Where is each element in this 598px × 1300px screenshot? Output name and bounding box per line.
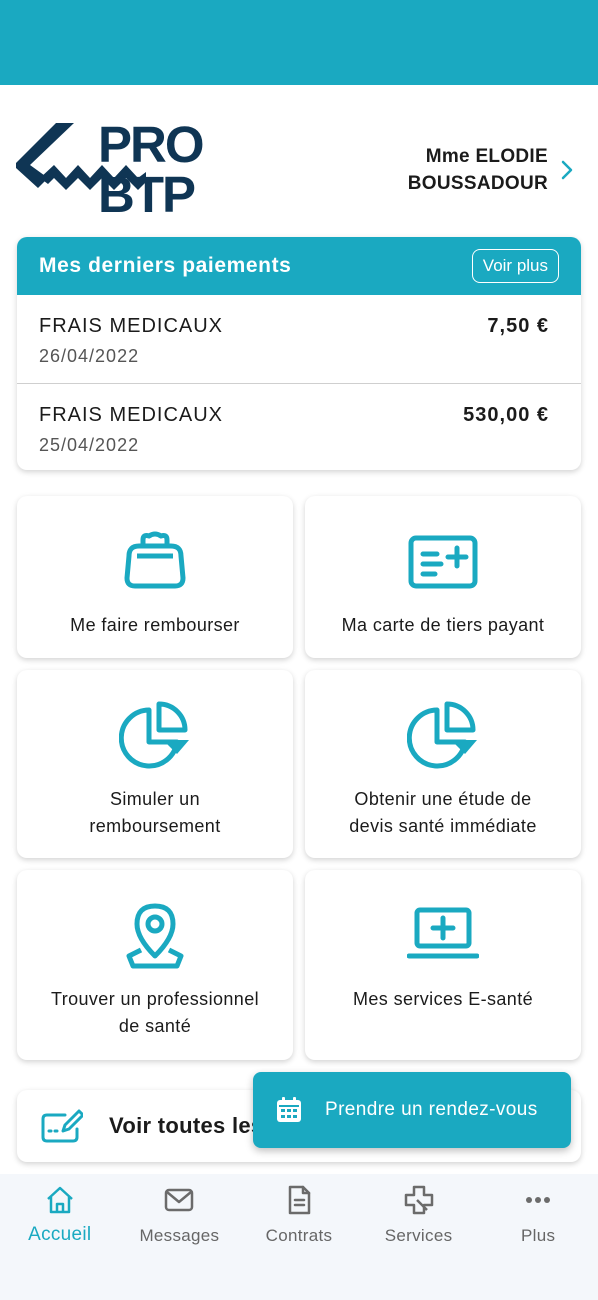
tab-services[interactable]: Services xyxy=(359,1174,479,1300)
see-more-button[interactable]: Voir plus xyxy=(471,249,559,283)
chevron-right-icon xyxy=(561,160,573,180)
tile-label: Simuler un remboursement xyxy=(89,789,221,836)
wallet-icon xyxy=(124,531,186,589)
laptop-plus-icon xyxy=(407,907,479,959)
tile-label: Ma carte de tiers payant xyxy=(341,615,545,635)
payment-date: 26/04/2022 xyxy=(39,346,140,366)
tile-tiers-payant-card[interactable]: Ma carte de tiers payant xyxy=(305,496,581,658)
tab-messages[interactable]: Messages xyxy=(120,1174,240,1300)
tile-find-professional[interactable]: Trouver un professionnel de santé xyxy=(17,870,293,1060)
payments-title: Mes derniers paiements xyxy=(39,254,292,277)
tile-e-health-services[interactable]: Mes services E-santé xyxy=(305,870,581,1060)
home-icon xyxy=(46,1186,73,1214)
see-all-label: Voir toutes les xyxy=(109,1113,264,1138)
document-icon xyxy=(288,1185,311,1215)
tab-label: Accueil xyxy=(28,1224,92,1245)
user-name-line2: BOUSSADOUR xyxy=(407,173,548,194)
bottom-tab-bar: Accueil Messages Contrats Services Plus xyxy=(0,1174,598,1300)
tab-contracts[interactable]: Contrats xyxy=(239,1174,359,1300)
tile-label: Me faire rembourser xyxy=(70,615,240,635)
pie-chart-icon xyxy=(407,701,477,769)
tile-quote-study[interactable]: Obtenir une étude de devis santé immédia… xyxy=(305,670,581,858)
tab-label: Messages xyxy=(139,1226,220,1245)
tab-label: Contrats xyxy=(265,1226,333,1245)
payment-amount: 530,00 € xyxy=(463,404,549,426)
tile-simulate-reimbursement[interactable]: Simuler un remboursement xyxy=(17,670,293,858)
user-name: Mme ELODIE BOUSSADOUR xyxy=(408,143,548,197)
user-name-line1: Mme ELODIE xyxy=(425,146,548,167)
mail-icon xyxy=(165,1188,194,1212)
tab-home[interactable]: Accueil xyxy=(0,1174,120,1300)
calendar-icon xyxy=(277,1097,301,1122)
status-bar xyxy=(0,0,598,85)
payment-row[interactable]: FRAIS MEDICAUX 26/04/2022 7,50 € xyxy=(17,295,581,383)
tab-label: Plus xyxy=(521,1226,556,1245)
more-dots-icon xyxy=(526,1197,551,1203)
tile-label: Mes services E-santé xyxy=(352,989,534,1009)
payment-date: 25/04/2022 xyxy=(39,435,140,455)
book-appointment-button[interactable]: Prendre un rendez-vous xyxy=(253,1072,571,1148)
card-plus-icon xyxy=(408,535,478,589)
tile-label: Obtenir une étude de devis santé immédia… xyxy=(349,789,537,836)
payment-label: FRAIS MEDICAUX xyxy=(39,315,224,337)
edit-form-icon xyxy=(41,1109,83,1143)
user-profile-link[interactable]: Mme ELODIE BOUSSADOUR xyxy=(408,143,574,197)
payments-header: Mes derniers paiements Voir plus xyxy=(17,237,581,295)
location-pin-icon xyxy=(126,903,184,969)
brand-name: PRO BTP xyxy=(98,116,205,223)
payment-row[interactable]: FRAIS MEDICAUX 25/04/2022 530,00 € xyxy=(17,383,581,470)
tile-label: Trouver un professionnel de santé xyxy=(50,989,260,1036)
book-appointment-label: Prendre un rendez-vous xyxy=(325,1099,538,1120)
brand-logo: PRO BTP xyxy=(16,119,286,220)
payments-card: Mes derniers paiements Voir plus FRAIS M… xyxy=(17,237,581,470)
tile-reimbursement[interactable]: Me faire rembourser xyxy=(17,496,293,658)
payment-amount: 7,50 € xyxy=(487,315,549,337)
pie-chart-icon xyxy=(119,701,189,769)
tab-label: Services xyxy=(384,1226,453,1245)
medical-cross-icon xyxy=(404,1185,433,1215)
tab-more[interactable]: Plus xyxy=(478,1174,598,1300)
